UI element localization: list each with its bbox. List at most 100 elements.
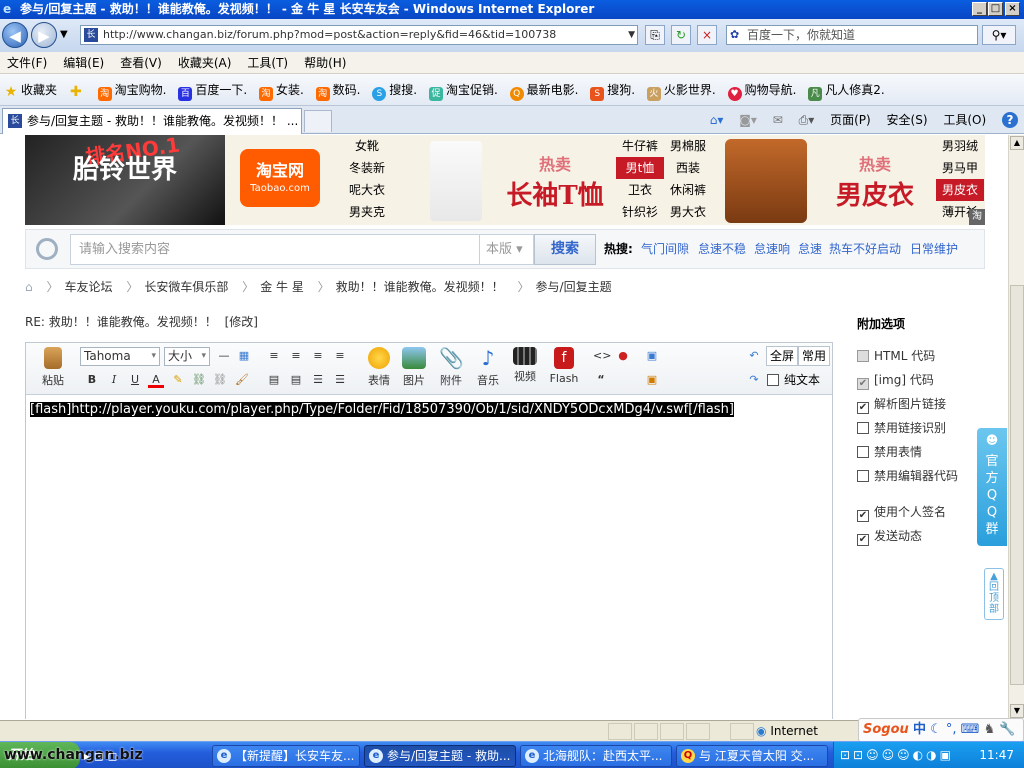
refresh-icon[interactable]: ↻ xyxy=(671,25,691,45)
banner-link[interactable]: 男棉服 xyxy=(664,135,712,157)
ordered-list-icon[interactable]: ☰ xyxy=(310,372,326,388)
fav-item-movies[interactable]: Q 最新电影. xyxy=(509,74,578,105)
clock[interactable]: 11:47 xyxy=(979,742,1014,768)
scroll-down-icon[interactable]: ▼ xyxy=(1010,704,1024,718)
fav-item-taobao[interactable]: 淘淘宝购物. xyxy=(97,74,167,105)
taobao-logo[interactable]: 淘宝网 Taobao.com xyxy=(240,149,320,207)
edit-title-link[interactable]: [修改] xyxy=(225,315,258,329)
hot-tshirt-promo[interactable]: 热卖 长袖T恤 xyxy=(495,151,615,212)
fav-item-promo[interactable]: 促淘宝促销. xyxy=(428,74,498,105)
align-center-icon[interactable]: ≡ xyxy=(288,348,304,364)
banner-link[interactable]: 休闲裤 xyxy=(664,179,712,201)
stop-icon[interactable]: × xyxy=(697,25,717,45)
banner-link[interactable]: 卫衣 xyxy=(616,179,664,201)
banner-link[interactable]: 女靴 xyxy=(343,135,391,157)
search-button[interactable]: 搜索 xyxy=(534,234,596,265)
checkbox[interactable] xyxy=(857,422,869,434)
hr-icon[interactable]: — xyxy=(216,348,232,364)
breadcrumb-link[interactable]: 金 牛 星 xyxy=(260,280,304,294)
favorites-button[interactable]: ★ 收藏夹 xyxy=(4,74,57,105)
link-icon[interactable]: ⛓ xyxy=(191,372,207,388)
fav-item-digital[interactable]: 淘数码. xyxy=(315,74,360,105)
table-icon[interactable]: ▦ xyxy=(236,348,252,364)
back-button[interactable]: ◀ xyxy=(2,22,28,48)
font-color-icon[interactable]: A xyxy=(148,372,164,388)
help-icon[interactable]: ? xyxy=(1002,112,1018,128)
hot-keyword[interactable]: 热车不好启动 xyxy=(829,230,901,268)
option-disable-editor-code[interactable]: 禁用编辑器代码 xyxy=(857,468,987,492)
page-menu[interactable]: 页面(P) xyxy=(830,113,871,127)
size-select[interactable]: 大小 xyxy=(164,347,210,366)
banner-link[interactable]: 冬装新 xyxy=(343,157,391,179)
attachment-button[interactable]: 📎 附件 xyxy=(436,347,466,388)
fav-item-xiuzhen[interactable]: 凡凡人修真2. xyxy=(808,74,885,105)
option-parse-image-link[interactable]: ✔ 解析图片链接 xyxy=(857,396,987,420)
music-button[interactable]: ♪ 音乐 xyxy=(473,347,503,388)
keyboard-icon[interactable]: ⌨ xyxy=(961,722,980,737)
task-item[interactable]: e 【新提醒】长安车友... xyxy=(212,745,360,767)
hot-jacket-promo[interactable]: 热卖 男皮衣 xyxy=(815,151,935,212)
font-select[interactable]: Tahoma xyxy=(80,347,160,366)
menu-edit[interactable]: 编辑(E) xyxy=(56,52,113,74)
option-html[interactable]: HTML 代码 xyxy=(857,348,987,372)
flash-button[interactable]: f Flash xyxy=(547,347,581,385)
quote-icon[interactable]: “ xyxy=(593,372,609,388)
address-input[interactable]: 长 http://www.changan.biz/forum.php?mod=p… xyxy=(80,25,638,45)
unordered-list-icon[interactable]: ☰ xyxy=(332,372,348,388)
float-right-icon[interactable]: ▤ xyxy=(288,372,304,388)
user-icon[interactable]: ♞ xyxy=(984,722,996,737)
option-use-signature[interactable]: ✔ 使用个人签名 xyxy=(857,504,987,528)
address-dropdown-icon[interactable]: ▼ xyxy=(628,26,635,44)
checkbox[interactable] xyxy=(857,446,869,458)
format-brush-icon[interactable]: 🖌 xyxy=(234,372,250,388)
menu-file[interactable]: 文件(F) xyxy=(0,52,56,74)
hot-keyword[interactable]: 日常维护 xyxy=(910,230,958,268)
banner-link[interactable]: 男夹克 xyxy=(343,201,391,223)
forum-search-input[interactable]: 请输入搜索内容 xyxy=(70,234,480,265)
halfwidth-icon[interactable]: ☾ xyxy=(930,722,942,737)
banner-link[interactable]: 男t恤 xyxy=(616,157,664,179)
checkbox[interactable]: ✔ xyxy=(857,534,869,546)
back-to-top-button[interactable]: ▲ 回顶部 xyxy=(984,568,1004,620)
undo-icon[interactable]: ↶ xyxy=(746,348,762,364)
qq-group-float[interactable]: ☻ 官方QQ群 xyxy=(977,428,1007,546)
image-manage-icon[interactable]: ▣ xyxy=(644,372,660,388)
banner-link[interactable]: 针织衫 xyxy=(616,201,664,223)
ime-mode[interactable]: 中 xyxy=(913,722,926,737)
tools-menu[interactable]: 工具(O) xyxy=(943,113,986,127)
menu-view[interactable]: 查看(V) xyxy=(113,52,171,74)
mail-icon[interactable]: ✉ xyxy=(773,113,783,127)
align-right-icon[interactable]: ≡ xyxy=(310,348,326,364)
new-tab-button[interactable] xyxy=(304,110,332,132)
option-disable-link[interactable]: 禁用链接识别 xyxy=(857,420,987,444)
forward-button[interactable]: ▶ xyxy=(31,22,57,48)
tab-active[interactable]: 长 参与/回复主题 - 救助！！谁能教俺。发视频！！ ... xyxy=(2,108,302,134)
hot-keyword[interactable]: 气门间隙 xyxy=(641,230,689,268)
browser-search-input[interactable]: ✿ 百度一下，你就知道 xyxy=(726,25,978,45)
hot-keyword[interactable]: 怠速 xyxy=(798,230,822,268)
menu-tools[interactable]: 工具(T) xyxy=(240,52,297,74)
fav-item-soso[interactable]: S 搜搜. xyxy=(372,74,417,105)
quick-launch[interactable]: ▸ ◻ ◻ xyxy=(84,746,202,766)
compat-view-icon[interactable]: ⎘ xyxy=(645,25,665,45)
task-item-active[interactable]: e 参与/回复主题 - 救助... xyxy=(364,745,516,767)
popup-blocker-icon[interactable] xyxy=(686,723,710,740)
breadcrumb-link[interactable]: 车友论坛 xyxy=(64,280,112,294)
breadcrumb-link[interactable]: 长安微车俱乐部 xyxy=(144,280,228,294)
banner-link[interactable]: 呢大衣 xyxy=(343,179,391,201)
close-window-button[interactable]: × xyxy=(1005,2,1020,16)
breadcrumb-link[interactable]: 救助！！谁能教俺。发视频！！ xyxy=(336,280,504,294)
float-left-icon[interactable]: ▤ xyxy=(266,372,282,388)
task-item[interactable]: Q与 江夏天曾太阳 交... xyxy=(676,745,828,767)
ad-banner[interactable]: 排名NO.1 胎铃世界 淘宝网 Taobao.com 女靴 冬装新 呢大衣 男夹… xyxy=(25,135,985,225)
checkbox[interactable]: ✔ xyxy=(857,378,869,390)
plaintext-checkbox[interactable] xyxy=(767,374,779,386)
punct-icon[interactable]: °, xyxy=(946,722,957,737)
align-left-icon[interactable]: ≡ xyxy=(266,348,282,364)
banner-link[interactable]: 男大衣 xyxy=(664,201,712,223)
add-favorite-icon[interactable]: ✚ xyxy=(69,74,86,105)
sogou-ime-bar[interactable]: Sogou 中 ☾ °, ⌨ ♞ 🔧 xyxy=(858,718,1024,742)
print-icon[interactable]: ⎙▾ xyxy=(799,113,815,127)
option-send-feed[interactable]: ✔ 发送动态 xyxy=(857,528,987,552)
search-go-icon[interactable]: ⚲▾ xyxy=(982,25,1016,45)
